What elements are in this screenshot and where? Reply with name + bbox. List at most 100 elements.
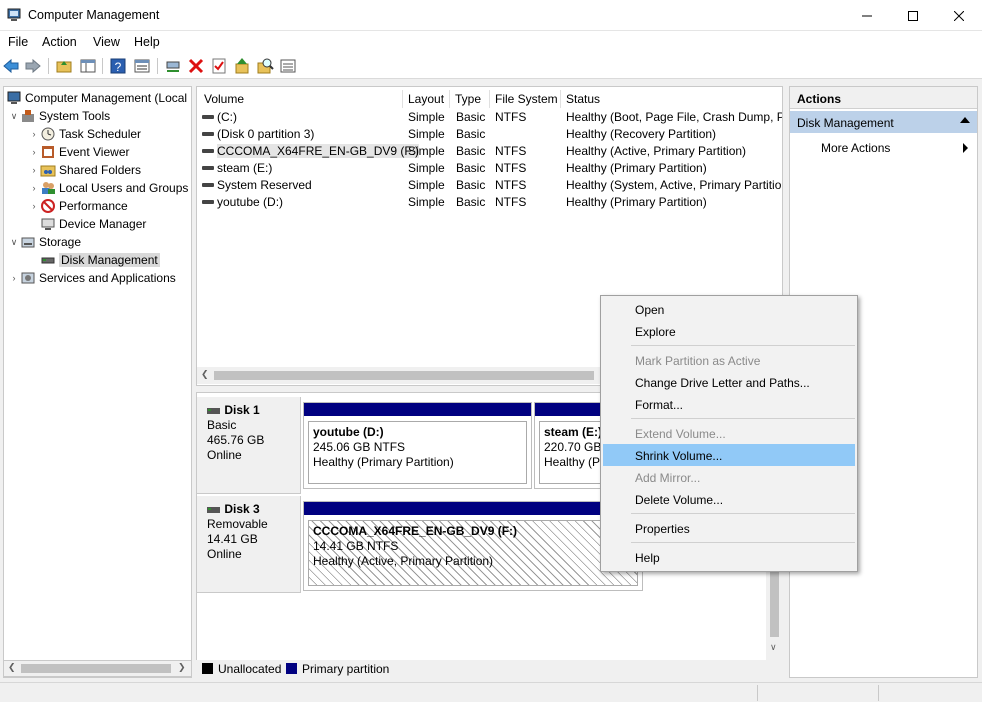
minimize-button[interactable] [844,0,890,31]
tree-item-services-apps[interactable]: › Services and Applications [8,269,176,287]
column-header-status[interactable]: Status [561,90,782,108]
tree-item-system-tools[interactable]: ∨ System Tools [8,107,110,125]
scrollbar-thumb[interactable] [770,572,779,637]
more-actions-item[interactable]: More Actions [821,141,890,155]
up-folder-icon[interactable] [55,57,73,75]
tree-item-device-manager[interactable]: Device Manager [40,215,146,233]
table-row[interactable]: System Reserved Simple Basic NTFS Health… [197,177,782,194]
collapse-up-icon[interactable] [960,117,970,123]
forward-arrow-icon[interactable] [24,57,42,75]
menu-separator [631,542,855,543]
menu-item-properties[interactable]: Properties [603,517,855,539]
actions-group-label: Disk Management [797,116,894,130]
actions-group-disk-management[interactable]: Disk Management [790,111,977,133]
back-arrow-icon[interactable] [2,57,20,75]
scrollbar-thumb[interactable] [21,664,171,673]
tree-item-local-users[interactable]: › Local Users and Groups [28,179,189,197]
menu-item-help[interactable]: Help [603,546,855,568]
maximize-button[interactable] [890,0,936,31]
chevron-down-icon[interactable]: ∨ [8,111,20,122]
chevron-right-icon[interactable]: › [28,147,40,157]
disk-3-label[interactable]: Disk 3 Removable 14.41 GB Online [197,496,301,593]
storage-icon [20,234,36,250]
volume-fs: NTFS [495,110,527,124]
tree-label: Performance [59,199,128,213]
primary-partition-bar [304,502,642,515]
tree-item-event-viewer[interactable]: › Event Viewer [28,143,130,161]
disk-kind: Removable [207,517,268,531]
table-row[interactable]: steam (E:) Simple Basic NTFS Healthy (Pr… [197,160,782,177]
disk-state: Online [207,547,242,561]
tree-item-performance[interactable]: › Performance [28,197,128,215]
help-icon[interactable]: ? [109,57,127,75]
menu-item-open[interactable]: Open [603,298,855,320]
menu-item-delete-volume[interactable]: Delete Volume... [603,488,855,510]
menu-item-format[interactable]: Format... [603,393,855,415]
menu-view[interactable]: View [93,35,120,49]
partition-cccoma[interactable]: CCCOMA_X64FRE_EN-GB_DV9 (F:) 14.41 GB NT… [303,501,643,591]
upload-icon[interactable] [233,57,251,75]
volume-type: Basic [456,195,486,209]
volume-layout: Simple [408,178,445,192]
chevron-right-icon[interactable]: › [28,201,40,211]
table-row[interactable]: CCCOMA_X64FRE_EN-GB_DV9 (F:) Simple Basi… [197,143,782,160]
delete-icon[interactable] [187,57,205,75]
close-button[interactable] [936,0,982,31]
chevron-down-icon[interactable]: ∨ [8,237,20,248]
table-row[interactable]: (C:) Simple Basic NTFS Healthy (Boot, Pa… [197,109,783,126]
menu-item-change-drive-letter[interactable]: Change Drive Letter and Paths... [603,371,855,393]
tree-item-root[interactable]: Computer Management (Local [6,89,187,107]
tree-item-disk-management[interactable]: Disk Management [40,251,160,269]
disk-icon [207,506,220,513]
connect-icon[interactable] [164,57,182,75]
tree-item-storage[interactable]: ∨ Storage [8,233,81,251]
table-row[interactable]: youtube (D:) Simple Basic NTFS Healthy (… [197,194,782,211]
menu-item-add-mirror: Add Mirror... [635,471,701,485]
scrollbar-thumb[interactable] [214,371,594,380]
tree-item-task-scheduler[interactable]: › Task Scheduler [28,125,142,143]
column-header-file-system[interactable]: File System [490,90,561,108]
volume-status: Healthy (Primary Partition) [566,161,707,175]
volume-fs: NTFS [495,195,527,209]
menu-item-explore[interactable]: Explore [603,320,855,342]
console-tree: Computer Management (Local ∨ System Tool… [3,86,192,678]
partition-details: youtube (D:) 245.06 GB NTFS Healthy (Pri… [308,421,527,484]
svg-text:?: ? [115,60,122,74]
scroll-down-icon[interactable]: ∨ [770,642,777,653]
volume-status: Healthy (Boot, Page File, Crash Dump, Pr… [566,110,783,124]
search-icon[interactable] [256,57,274,75]
tree-horizontal-scrollbar[interactable]: ❮ ❯ [3,660,192,677]
menu-file[interactable]: File [8,35,28,49]
tree-item-shared-folders[interactable]: › Shared Folders [28,161,142,179]
table-row[interactable]: (Disk 0 partition 3) Simple Basic Health… [197,126,782,143]
tree-label: System Tools [39,109,111,123]
menu-action[interactable]: Action [42,35,77,49]
scroll-right-icon[interactable]: ❯ [178,662,186,673]
disk-size: 465.76 GB [207,433,265,447]
show-hide-tree-icon[interactable] [79,57,97,75]
menu-item-shrink-volume[interactable]: Shrink Volume... [603,444,855,466]
disk-icon [207,407,220,414]
details-view-icon[interactable] [279,57,297,75]
chevron-right-icon[interactable]: › [28,183,40,193]
menu-bar: File Action View Help [0,31,982,53]
partition-youtube[interactable]: youtube (D:) 245.06 GB NTFS Healthy (Pri… [303,402,532,489]
column-header-layout[interactable]: Layout [403,90,450,108]
column-header-volume[interactable]: Volume [199,90,403,108]
tree-label: Event Viewer [59,145,130,159]
toolbar-separator [102,58,103,74]
check-properties-icon[interactable] [210,57,228,75]
chevron-right-icon[interactable]: › [8,273,20,283]
scroll-left-icon[interactable]: ❮ [201,369,209,380]
chevron-right-icon[interactable]: › [28,129,40,139]
volume-fs: NTFS [495,178,527,192]
disk-1-label[interactable]: Disk 1 Basic 465.76 GB Online [197,397,301,494]
tree-label: Storage [39,235,82,249]
chevron-right-icon[interactable]: › [28,165,40,175]
column-header-type[interactable]: Type [450,90,490,108]
tools-icon [20,108,36,124]
scroll-left-icon[interactable]: ❮ [8,662,16,673]
disk-state: Online [207,448,242,462]
menu-help[interactable]: Help [134,35,160,49]
properties-pane-icon[interactable] [133,57,151,75]
